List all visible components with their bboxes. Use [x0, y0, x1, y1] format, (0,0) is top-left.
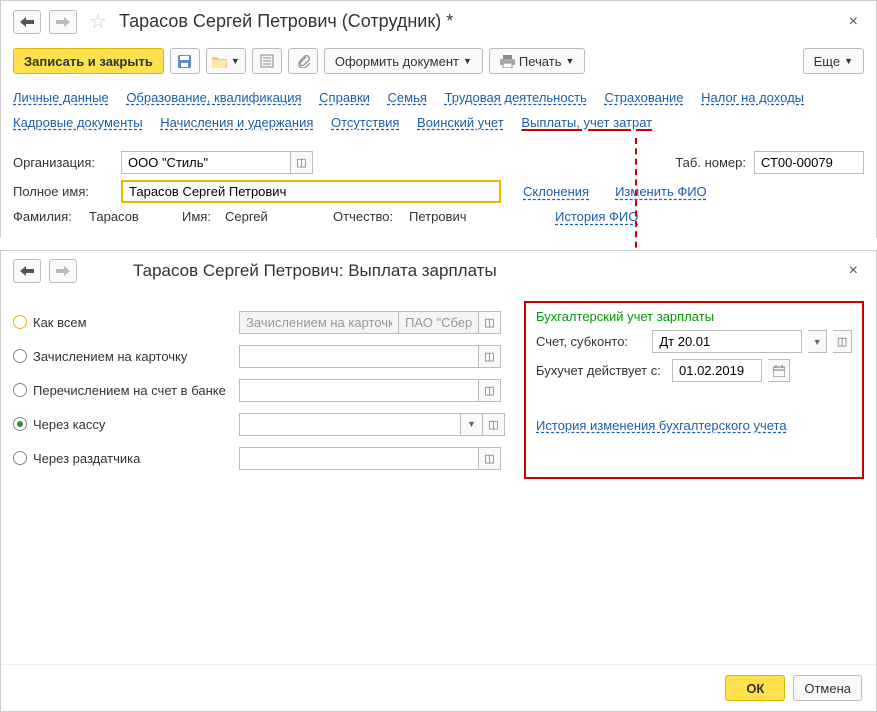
from-date-label: Бухучет действует с: [536, 363, 666, 378]
disabled-bank-field [399, 311, 479, 334]
tab-references[interactable]: Справки [319, 90, 370, 105]
printer-icon [500, 55, 515, 68]
open-picker-icon[interactable]: ◫ [291, 151, 313, 174]
paperclip-icon [296, 54, 310, 68]
sub-close-icon[interactable]: × [843, 260, 864, 282]
accounting-history-link[interactable]: История изменения бухгалтерского учета [536, 418, 787, 433]
bank-field[interactable] [239, 379, 479, 402]
ok-button[interactable]: ОК [725, 675, 785, 701]
tab-income-tax[interactable]: Налог на доходы [701, 90, 804, 105]
name-label: Имя: [182, 209, 217, 224]
folder-icon [212, 55, 227, 68]
radio-distributor[interactable] [13, 451, 27, 465]
tab-employment[interactable]: Трудовая деятельность [445, 90, 587, 105]
attachment-button[interactable] [288, 48, 318, 74]
chevron-down-icon: ▼ [565, 56, 574, 66]
save-and-close-button[interactable]: Записать и закрыть [13, 48, 164, 74]
cancel-button[interactable]: Отмена [793, 675, 862, 701]
nav-forward-button[interactable] [49, 10, 77, 34]
close-icon[interactable]: × [843, 11, 864, 33]
radio-cash-label: Через кассу [33, 417, 105, 432]
payment-dialog: Тарасов Сергей Петрович: Выплата зарплат… [0, 250, 877, 712]
change-fio-link[interactable]: Изменить ФИО [615, 184, 707, 199]
distributor-field[interactable] [239, 447, 479, 470]
cash-field[interactable] [239, 413, 461, 436]
arrow-left-icon [20, 266, 34, 276]
chevron-down-icon[interactable]: ▼ [808, 330, 827, 353]
disabled-method-field [239, 311, 399, 334]
sub-window-title: Тарасов Сергей Петрович: Выплата зарплат… [133, 261, 497, 281]
tab-education[interactable]: Образование, квалификация [126, 90, 301, 105]
org-input[interactable] [121, 151, 291, 174]
fio-history-link[interactable]: История ФИО [555, 209, 638, 224]
org-label: Организация: [13, 155, 113, 170]
tab-personal[interactable]: Личные данные [13, 90, 109, 105]
floppy-icon [177, 54, 192, 69]
list-button[interactable] [252, 48, 282, 74]
chevron-down-icon: ▼ [231, 56, 240, 66]
tab-payments-active[interactable]: Выплаты, учет затрат [521, 115, 652, 130]
radio-kak-vsem[interactable] [13, 315, 27, 329]
folder-dropdown-button[interactable]: ▼ [206, 48, 246, 74]
tab-insurance[interactable]: Страхование [604, 90, 683, 105]
open-picker-icon[interactable]: ◫ [483, 413, 505, 436]
chevron-down-icon: ▼ [844, 56, 853, 66]
accounting-box: Бухгалтерский учет зарплаты Счет, субкон… [524, 301, 864, 479]
arrow-right-icon [56, 266, 70, 276]
tab-accruals[interactable]: Начисления и удержания [160, 115, 313, 130]
open-picker-icon[interactable]: ◫ [479, 379, 501, 402]
tab-absences[interactable]: Отсутствия [331, 115, 399, 130]
chevron-down-icon[interactable]: ▼ [461, 413, 483, 436]
arrow-left-icon [20, 17, 34, 27]
open-picker-icon[interactable]: ◫ [833, 330, 852, 353]
account-input[interactable] [652, 330, 802, 353]
chevron-down-icon: ▼ [463, 56, 472, 66]
open-picker-icon[interactable]: ◫ [479, 345, 501, 368]
list-icon [260, 54, 274, 68]
radio-cash[interactable] [13, 417, 27, 431]
tab-military[interactable]: Воинский учет [417, 115, 504, 130]
calendar-icon[interactable] [768, 359, 790, 382]
format-document-button[interactable]: Оформить документ ▼ [324, 48, 483, 74]
tabnum-input[interactable] [754, 151, 864, 174]
more-button[interactable]: Еще ▼ [803, 48, 864, 74]
window-title: Тарасов Сергей Петрович (Сотрудник) * [119, 11, 453, 32]
radio-kak-vsem-label: Как всем [33, 315, 87, 330]
patronymic-value: Петрович [409, 209, 509, 224]
radio-bank[interactable] [13, 383, 27, 397]
declension-link[interactable]: Склонения [523, 184, 589, 199]
fullname-label: Полное имя: [13, 184, 113, 199]
surname-label: Фамилия: [13, 209, 81, 224]
tab-links-row-1: Личные данные Образование, квалификация … [1, 80, 876, 141]
tab-hr-docs[interactable]: Кадровые документы [13, 115, 143, 130]
radio-card[interactable] [13, 349, 27, 363]
patronymic-label: Отчество: [333, 209, 401, 224]
tab-family[interactable]: Семья [388, 90, 427, 105]
accounting-title: Бухгалтерский учет зарплаты [536, 309, 852, 324]
radio-card-label: Зачислением на карточку [33, 349, 187, 364]
radio-bank-label: Перечислением на счет в банке [33, 383, 226, 398]
favorite-star-icon[interactable]: ☆ [89, 9, 107, 34]
tabnum-label: Таб. номер: [675, 155, 746, 170]
save-button[interactable] [170, 48, 200, 74]
fullname-input[interactable] [121, 180, 501, 203]
account-label: Счет, субконто: [536, 334, 646, 349]
name-value: Сергей [225, 209, 325, 224]
guide-arrow [635, 138, 637, 258]
radio-distributor-label: Через раздатчика [33, 451, 140, 466]
nav-back-button[interactable] [13, 10, 41, 34]
card-field[interactable] [239, 345, 479, 368]
from-date-input[interactable] [672, 359, 762, 382]
print-button[interactable]: Печать ▼ [489, 48, 586, 74]
surname-value: Тарасов [89, 209, 174, 224]
sub-nav-forward-button[interactable] [49, 259, 77, 283]
sub-nav-back-button[interactable] [13, 259, 41, 283]
open-picker-icon[interactable]: ◫ [479, 311, 501, 334]
arrow-right-icon [56, 17, 70, 27]
open-picker-icon[interactable]: ◫ [479, 447, 501, 470]
